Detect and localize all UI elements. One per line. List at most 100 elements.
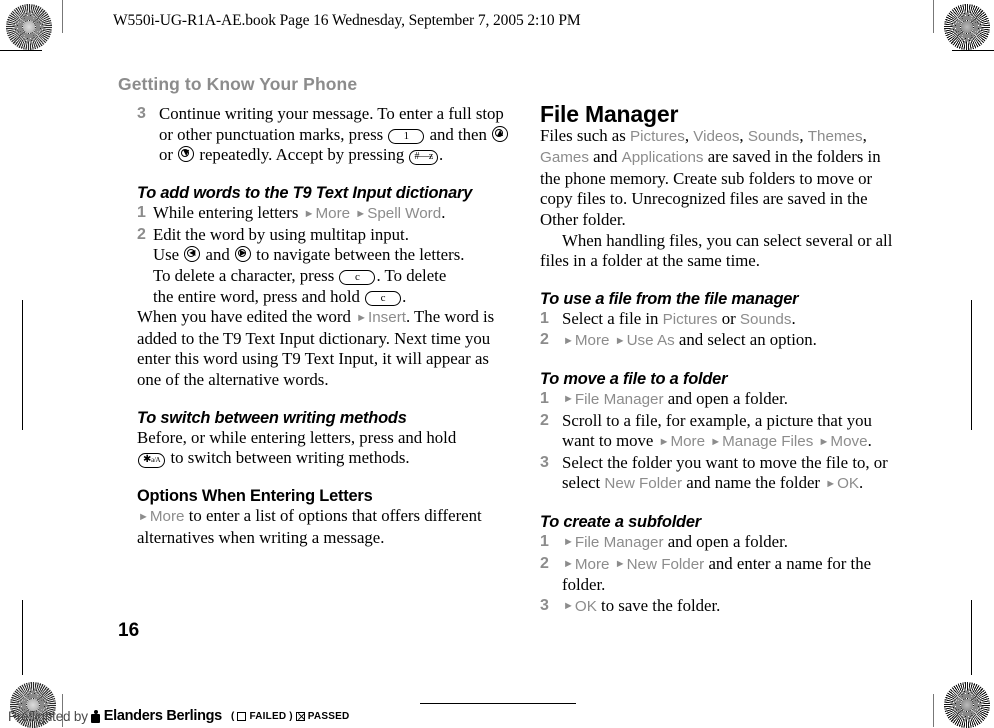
arrow-icon: ► [614,334,626,347]
key-down-icon: ▼ [178,146,195,163]
passed-checkbox-icon [295,711,305,721]
arrow-icon: ► [355,207,367,220]
arrow-icon: ► [563,393,574,406]
step-text: Select the folder you want to move the f… [562,453,896,495]
paragraph-file-manager-intro: Files such as Pictures, Videos, Sounds, … [540,125,881,229]
step-text-part: Use [153,245,180,265]
step-text: Select a file in Pictures or Sounds. [562,309,896,331]
step-text: Continue writing your message. To enter … [159,104,517,166]
step-text-part: . [402,286,407,306]
step-item: 1 ►File Manager and open a folder. [540,532,896,554]
key-c-icon: c [339,269,376,285]
step-number: 1 [137,204,146,222]
arrow-icon: ► [825,477,837,490]
step-text: Scroll to a file, for example, a picture… [562,411,896,453]
key-c-icon: c [365,290,402,306]
ui-term-use-as: Use As [626,332,675,350]
step-line: To delete a character, press c. To delet… [153,266,517,287]
paragraph-handling-files: When handling files, you can select seve… [540,230,893,271]
arrow-icon: ► [658,435,670,448]
ui-term-more: More [315,205,351,223]
section-heading-switch-writing-methods: To switch between writing methods [137,408,407,427]
step-text-part: Edit the word by using multitap input. [153,224,409,244]
step-text-part: repeatedly. Accept by pressing [199,145,405,165]
step-text-part: . To delete [376,265,447,285]
step-text: Edit the word by using multitap input. U… [153,225,517,307]
ui-term-pictures: Pictures [629,127,685,145]
step-text-part: and name the folder [686,473,820,493]
step-number: 1 [540,532,549,550]
preflight-by-label: Preflighted by [8,708,88,724]
section-heading-move-file: To move a file to a folder [540,369,728,388]
paragraph-part: and [593,147,618,167]
step-item: 3 ►OK to save the folder. [540,596,896,618]
section-heading-t9-dictionary: To add words to the T9 Text Input dictio… [137,184,473,203]
paragraph-switch-writing: Before, or while entering letters, press… [137,428,517,470]
step-text-part: Select a file in [562,308,659,328]
left-column: 3 Continue writing your message. To ente… [137,104,517,548]
step-text-part: the entire word, press and hold [153,286,360,306]
ui-term-more: More [574,555,610,573]
arrow-icon: ► [303,207,315,220]
step-text-part: to navigate between the letters. [256,245,465,265]
step-text: ►More ►New Folder and enter a name for t… [562,554,896,596]
step-line: Use ◀ and ▶ to navigate between the lett… [153,245,517,266]
step-text: ►File Manager and open a folder. [562,389,896,411]
step-text: ►More ►Use As and select an option. [562,330,896,352]
key-right-icon: ▶ [234,246,251,263]
step-number: 2 [540,331,549,349]
ui-term-insert: Insert [367,309,406,327]
paragraph-part: to enter a list of options that offers d… [137,506,482,547]
step-item: 3 Continue writing your message. To ente… [137,104,517,166]
step-text-part: and select an option. [678,330,817,350]
ui-term-more: More [149,508,185,526]
key-hash-icon: #—ƶ [409,150,439,166]
ui-term-manage-files: Manage Files [722,433,814,451]
section-heading-create-subfolder: To create a subfolder [540,512,701,531]
step-number: 3 [540,453,549,471]
step-text-part: or [721,308,736,328]
step-text-part: . [441,203,446,223]
ui-term-new-folder: New Folder [626,555,705,573]
ui-term-more: More [574,332,610,350]
paragraph-options: ►More to enter a list of options that of… [137,506,517,548]
ui-term-file-manager: File Manager [574,390,664,408]
section-title-file-manager: File Manager [540,101,679,127]
step-number: 1 [540,309,549,327]
ui-term-videos: Videos [693,127,740,145]
key-asterisk-icon: ✱a/A [138,453,166,469]
step-text: ►OK to save the folder. [562,596,896,618]
step-number: 3 [137,105,146,122]
step-number: 2 [540,554,549,572]
preflight-stamp: Preflighted by Elanders Berlings ( FAILE… [8,708,349,724]
paragraph-t9-insert: When you have edited the word ►Insert. T… [137,307,517,390]
chapter-title: Getting to Know Your Phone [118,74,358,94]
step-text-part: . [859,473,864,493]
step-text-part: and then [429,124,487,144]
step-item: 2 Scroll to a file, for example, a pictu… [540,411,896,453]
arrow-icon: ► [563,600,574,613]
arrow-icon: ► [818,435,830,448]
step-number: 2 [137,225,146,243]
ui-term-file-manager: File Manager [574,533,664,551]
step-text-part: . [439,145,444,165]
ui-term-new-folder: New Folder [604,475,683,493]
ui-term-move: Move [830,433,868,451]
step-number: 2 [540,411,549,429]
preflight-brand-name: Elanders Berlings [103,708,223,724]
step-item: 2 Edit the word by using multitap input.… [137,225,517,307]
paragraph-part: Before, or while entering letters, press… [137,427,457,447]
ui-term-games: Games [540,149,589,167]
step-text-part: . [867,431,872,451]
paragraph-part: Files such as [540,125,626,145]
step-line: the entire word, press and hold c. [153,287,517,308]
preflight-open-paren: ( [230,710,235,722]
paragraph-part: When you have edited the word [137,307,351,327]
ui-term-ok: OK [574,597,597,615]
step-text-part: and [205,245,230,265]
step-number: 1 [540,389,549,407]
